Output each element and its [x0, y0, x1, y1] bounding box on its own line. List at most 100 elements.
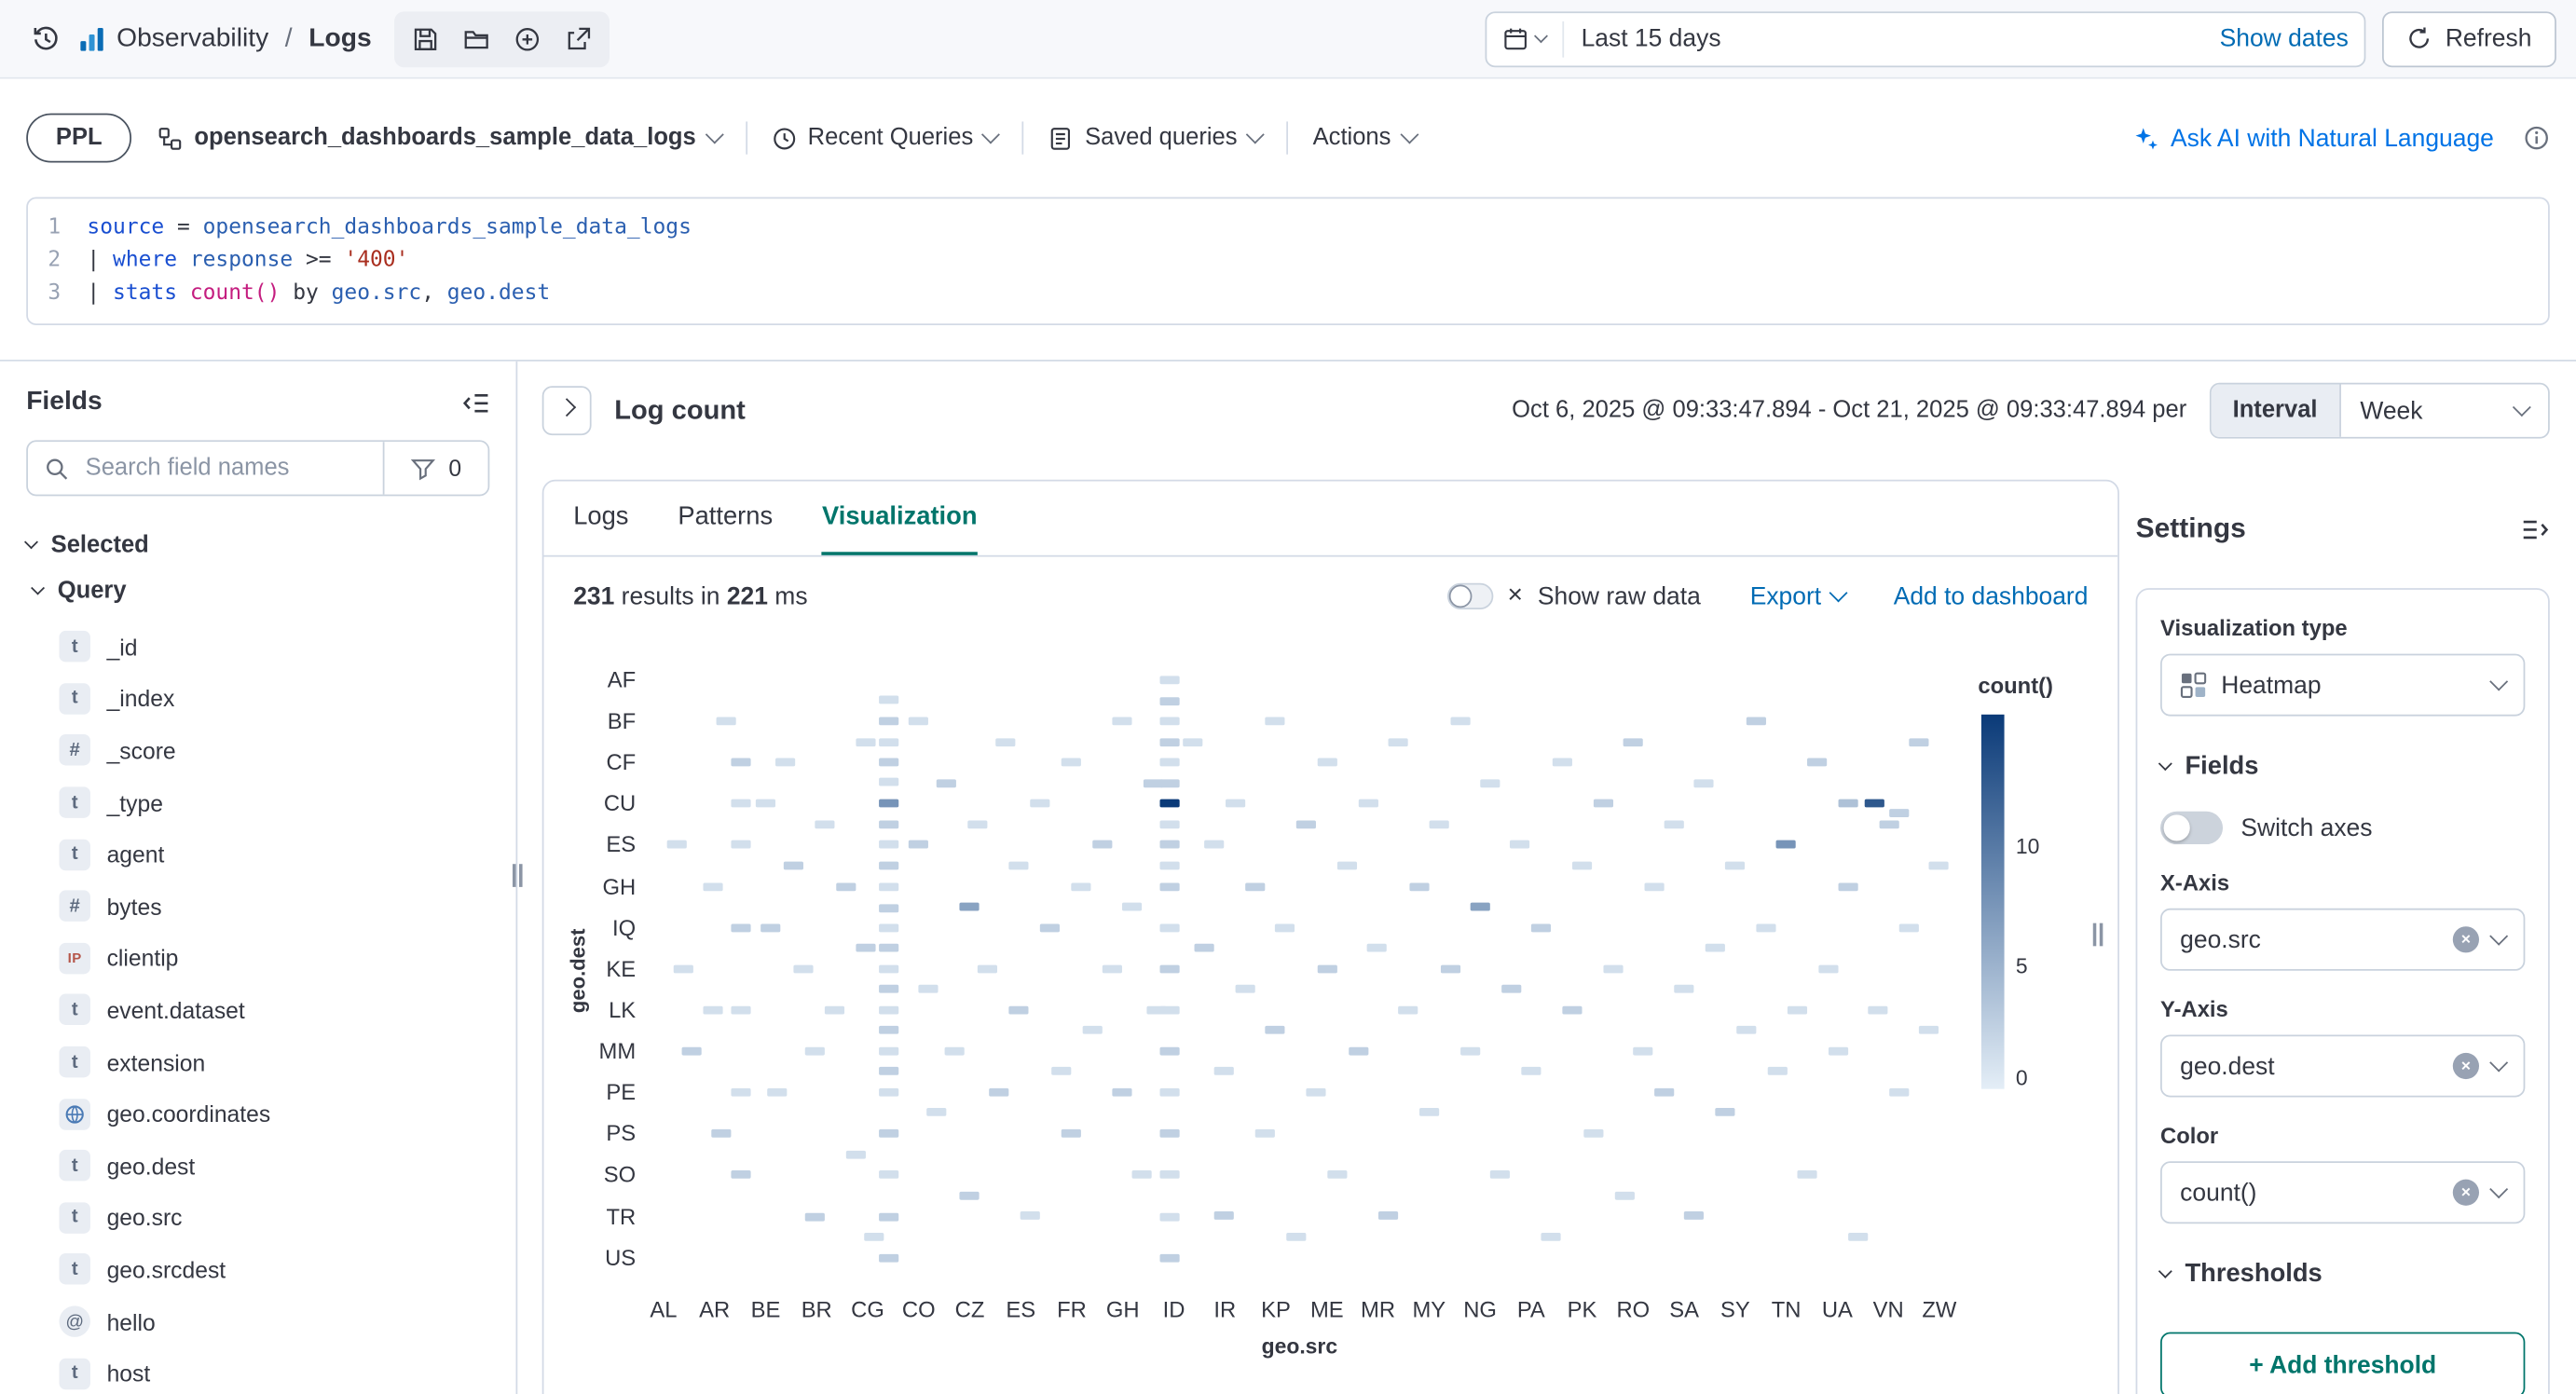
- heatmap-cell: [1040, 923, 1060, 932]
- clear-x-axis-icon[interactable]: ×: [2453, 926, 2479, 952]
- open-folder-icon[interactable]: [454, 16, 500, 62]
- heatmap-cell: [1624, 738, 1643, 746]
- results-row: 231 results in 221 ms × Show raw data Ex…: [543, 557, 2117, 636]
- chevron-down-icon: [2489, 927, 2508, 946]
- heatmap-cell: [1160, 1047, 1180, 1056]
- field-group-query[interactable]: Query: [26, 568, 489, 614]
- export-button[interactable]: Export: [1750, 582, 1844, 610]
- field-item-host[interactable]: thost: [26, 1347, 489, 1394]
- heatmap-cell: [880, 861, 899, 869]
- y-tick: SO: [604, 1163, 636, 1187]
- show-dates-link[interactable]: Show dates: [2220, 24, 2349, 52]
- heatmap-cell: [1541, 1233, 1561, 1241]
- field-item-geo.src[interactable]: tgeo.src: [26, 1192, 489, 1244]
- field-group-selected[interactable]: Selected: [26, 523, 489, 568]
- heatmap-cell: [1510, 840, 1529, 849]
- collapse-right-icon[interactable]: [2522, 515, 2550, 543]
- field-item-agent[interactable]: tagent: [26, 828, 489, 881]
- field-item-hello[interactable]: @hello: [26, 1295, 489, 1347]
- heatmap-cell: [856, 738, 876, 746]
- heatmap-cell: [1889, 809, 1909, 817]
- info-icon[interactable]: [2524, 125, 2550, 151]
- heatmap-cell: [967, 820, 987, 828]
- heatmap-cell: [784, 861, 803, 869]
- heatmap-cell: [1112, 717, 1131, 725]
- fields-title: Fields: [26, 388, 103, 417]
- heatmap-cell: [1160, 1088, 1180, 1097]
- x-tick: UA: [1822, 1298, 1853, 1322]
- field-item-geo.dest[interactable]: tgeo.dest: [26, 1140, 489, 1192]
- x-axis-select[interactable]: geo.src ×: [2160, 909, 2525, 971]
- calendar-icon[interactable]: [1504, 20, 1565, 57]
- field-item-_id[interactable]: t_id: [26, 621, 489, 673]
- save-icon[interactable]: [403, 16, 448, 62]
- heatmap-cell: [908, 840, 927, 849]
- heatmap-cell: [1480, 779, 1500, 787]
- field-item-event.dataset[interactable]: tevent.dataset: [26, 984, 489, 1036]
- field-item-clientip[interactable]: IPclientip: [26, 932, 489, 984]
- heatmap-icon: [2180, 672, 2206, 698]
- field-item-geo.coordinates[interactable]: geo.coordinates: [26, 1088, 489, 1141]
- field-item-_index[interactable]: t_index: [26, 673, 489, 725]
- recent-queries-button[interactable]: Recent Queries: [772, 125, 998, 151]
- heatmap-cell: [732, 758, 751, 767]
- heatmap-cell: [1705, 944, 1724, 952]
- field-item-extension[interactable]: textension: [26, 1036, 489, 1088]
- breadcrumb-separator: /: [285, 24, 293, 54]
- fields-section-header[interactable]: Fields: [2160, 752, 2525, 782]
- breadcrumb-app[interactable]: Observability: [116, 24, 268, 54]
- add-threshold-button[interactable]: + Add threshold: [2160, 1332, 2525, 1394]
- data-source-selector[interactable]: opensearch_dashboards_sample_data_logs: [158, 125, 721, 151]
- settings-resize-handle[interactable]: [2093, 923, 2103, 947]
- field-tree: Selected Query t_idt_index#_scoret_typet…: [0, 523, 516, 1394]
- query-language-button[interactable]: PPL: [26, 114, 131, 163]
- field-type-icon: t: [59, 1150, 89, 1181]
- code-line: 1source = opensearch_dashboards_sample_d…: [28, 212, 2548, 244]
- expand-panel-button[interactable]: [542, 386, 592, 435]
- heatmap-cell: [732, 800, 751, 808]
- query-editor[interactable]: 1source = opensearch_dashboards_sample_d…: [26, 198, 2550, 325]
- heatmap-cell: [760, 923, 780, 932]
- show-raw-data-toggle[interactable]: [1446, 583, 1492, 609]
- actions-button[interactable]: Actions: [1313, 125, 1416, 151]
- search-field-names-input[interactable]: [82, 454, 366, 484]
- sidebar-resize-handle[interactable]: [513, 864, 523, 887]
- date-range-text: Oct 6, 2025 @ 09:33:47.894 - Oct 21, 202…: [1512, 398, 2186, 424]
- heatmap-cell: [1776, 840, 1796, 849]
- thresholds-section-header[interactable]: Thresholds: [2160, 1260, 2525, 1290]
- chevron-down-icon: [2489, 1054, 2508, 1073]
- recently-viewed-icon[interactable]: [20, 12, 72, 64]
- x-tick: RO: [1616, 1298, 1650, 1322]
- tab-logs[interactable]: Logs: [573, 481, 628, 554]
- legend-title: count(): [1978, 674, 2053, 698]
- color-select[interactable]: count() ×: [2160, 1161, 2525, 1223]
- field-item-_score[interactable]: #_score: [26, 725, 489, 777]
- field-name: _index: [107, 686, 175, 712]
- add-icon[interactable]: [504, 16, 550, 62]
- viz-type-select[interactable]: Heatmap: [2160, 654, 2525, 717]
- heatmap-cell: [880, 1212, 899, 1221]
- ask-ai-link[interactable]: Ask AI with Natural Language: [2134, 124, 2494, 152]
- field-item-_type[interactable]: t_type: [26, 776, 489, 828]
- date-range-preset[interactable]: Last 15 days: [1582, 24, 1721, 52]
- field-filter-button[interactable]: 0: [383, 442, 488, 494]
- saved-queries-button[interactable]: Saved queries: [1048, 125, 1262, 151]
- heatmap-cell: [1103, 964, 1122, 973]
- collapse-left-icon[interactable]: [461, 389, 489, 417]
- field-item-bytes[interactable]: #bytes: [26, 881, 489, 933]
- switch-axes-toggle[interactable]: [2160, 812, 2223, 844]
- heatmap-cell: [937, 779, 956, 787]
- interval-select[interactable]: Week: [2338, 384, 2548, 436]
- heatmap-cell: [1160, 1129, 1180, 1138]
- share-icon[interactable]: [555, 16, 601, 62]
- add-to-dashboard-button[interactable]: Add to dashboard: [1894, 582, 2089, 610]
- saved-queries-icon: [1048, 126, 1073, 150]
- clear-y-axis-icon[interactable]: ×: [2453, 1053, 2479, 1079]
- tab-patterns[interactable]: Patterns: [678, 481, 773, 554]
- tab-bar: Logs Patterns Visualization: [543, 481, 2117, 556]
- clear-color-icon[interactable]: ×: [2453, 1180, 2479, 1206]
- refresh-button[interactable]: Refresh: [2383, 10, 2556, 66]
- field-item-geo.srcdest[interactable]: tgeo.srcdest: [26, 1244, 489, 1296]
- tab-visualization[interactable]: Visualization: [822, 481, 978, 554]
- y-axis-select[interactable]: geo.dest ×: [2160, 1035, 2525, 1098]
